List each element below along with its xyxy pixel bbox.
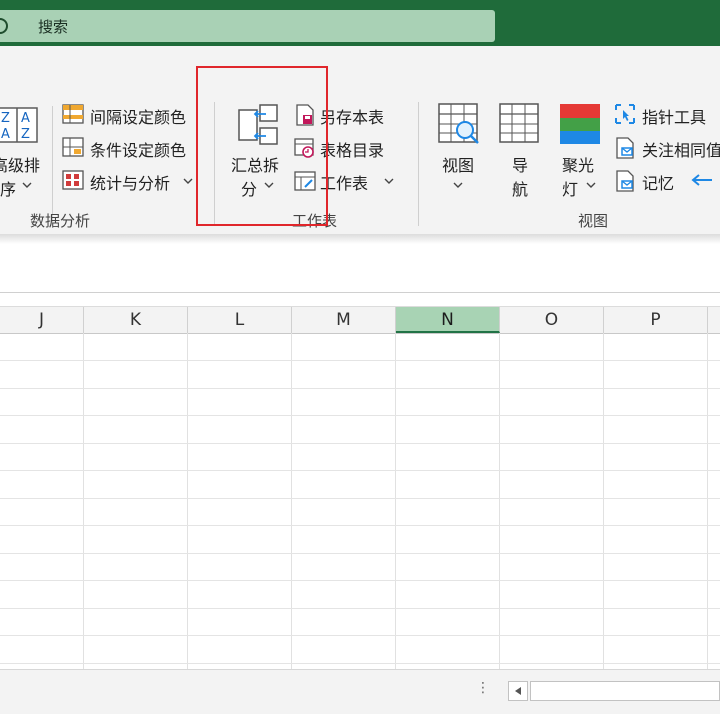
svg-text:Z: Z (1, 111, 10, 126)
pointer-tool-icon (615, 104, 635, 124)
more-options-icon[interactable]: ⋮ (476, 680, 490, 696)
ribbon-divider (52, 106, 53, 226)
grid-line (0, 415, 720, 416)
grid-line (187, 333, 188, 669)
same-value-button[interactable]: 关注相同值 (642, 137, 720, 161)
arrow-left-icon[interactable] (690, 172, 714, 188)
grid-line (0, 360, 720, 361)
svg-text:A: A (21, 111, 30, 126)
grid-line (499, 333, 500, 669)
horizontal-scrollbar[interactable] (530, 681, 720, 701)
statistics-icon (62, 170, 84, 190)
grid-line (0, 525, 720, 526)
cell-grid[interactable] (0, 333, 720, 669)
view-icon (438, 103, 479, 144)
search-icon (0, 18, 8, 34)
grid-line (83, 333, 84, 669)
column-header-p[interactable]: P (604, 307, 708, 333)
chevron-down-icon[interactable] (384, 177, 394, 185)
grid-line (0, 470, 720, 471)
grid-line (0, 388, 720, 389)
grid-line (291, 333, 292, 669)
chevron-down-icon[interactable] (453, 181, 463, 189)
sheet-directory-button[interactable]: 表格目录 (320, 137, 384, 161)
search-box[interactable]: 搜索 (0, 10, 495, 42)
ribbon: Z A A Z 高级排 序 间隔设定颜色 条件设定颜色 统计与分析 数据分析 汇… (0, 46, 720, 235)
view-group-label: 视图 (578, 212, 609, 230)
grid-line (603, 333, 604, 669)
chevron-down-icon[interactable] (586, 181, 596, 189)
statistics-button[interactable]: 统计与分析 (90, 170, 170, 194)
grid-line (0, 498, 720, 499)
grid-line (395, 333, 396, 669)
column-header-j[interactable]: J (0, 307, 84, 333)
ribbon-divider (418, 102, 419, 226)
spotlight-line1[interactable]: 聚光 (562, 152, 594, 176)
ribbon-shadow (0, 234, 720, 244)
grid-line (0, 580, 720, 581)
column-header-n[interactable]: N (396, 307, 500, 333)
interval-color-button[interactable]: 间隔设定颜色 (90, 104, 186, 128)
sort-button-line1[interactable]: 高级排 (0, 152, 40, 176)
highlight-box (196, 66, 328, 226)
column-headers: J K L M N O P (0, 306, 720, 334)
grid-line (0, 635, 720, 636)
same-value-icon (616, 137, 634, 159)
data-analysis-group-label: 数据分析 (30, 212, 91, 230)
scroll-left-button[interactable] (508, 681, 528, 701)
conditional-color-icon (62, 137, 84, 157)
title-bar: 搜索 (0, 0, 720, 46)
grid-line (0, 553, 720, 554)
memory-icon (616, 170, 634, 192)
grid-line (707, 333, 708, 669)
conditional-color-button[interactable]: 条件设定颜色 (90, 137, 186, 161)
chevron-down-icon[interactable] (22, 181, 32, 189)
grid-line (0, 608, 720, 609)
save-sheet-button[interactable]: 另存本表 (320, 104, 384, 128)
grid-line (0, 443, 720, 444)
pointer-tool-button[interactable]: 指针工具 (642, 104, 706, 128)
grid-line (0, 663, 720, 664)
view-button-label[interactable]: 视图 (442, 152, 474, 176)
column-header-l[interactable]: L (188, 307, 292, 333)
column-header-k[interactable]: K (84, 307, 188, 333)
chevron-down-icon[interactable] (183, 177, 193, 185)
spotlight-icon (560, 104, 600, 144)
sort-az-icon: Z A A Z (0, 107, 38, 143)
status-bar: ⋮ (0, 669, 720, 714)
svg-text:Z: Z (21, 127, 30, 142)
memory-button[interactable]: 记忆 (642, 170, 674, 194)
navigation-grid-icon (499, 103, 539, 143)
nav-button-line1[interactable]: 导 (512, 152, 528, 176)
sort-button-line2[interactable]: 序 (0, 176, 16, 200)
formula-bar[interactable] (0, 252, 720, 293)
spotlight-line2[interactable]: 灯 (562, 176, 578, 200)
svg-text:A: A (1, 127, 10, 142)
column-header-o[interactable]: O (500, 307, 604, 333)
column-header-m[interactable]: M (292, 307, 396, 333)
nav-button-line2[interactable]: 航 (512, 176, 528, 200)
search-label: 搜索 (38, 18, 69, 36)
interval-color-icon (62, 104, 84, 124)
